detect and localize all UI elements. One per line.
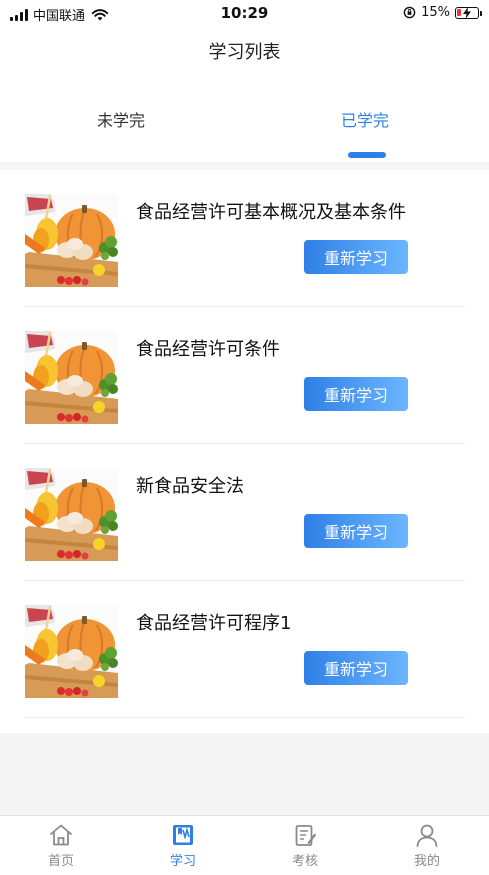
food-photo xyxy=(25,194,118,287)
nav-bar: 学习列表 xyxy=(0,28,489,72)
relearn-button[interactable]: 重新学习 xyxy=(304,377,408,411)
book-icon xyxy=(173,825,193,845)
tabbar-study[interactable]: 学习 xyxy=(143,822,223,869)
course-item[interactable]: 新食品安全法 重新学习 xyxy=(25,444,465,581)
clipboard-edit-icon xyxy=(295,825,317,846)
home-icon xyxy=(50,824,72,846)
course-thumbnail xyxy=(25,194,118,287)
relearn-button[interactable]: 重新学习 xyxy=(304,514,408,548)
course-title: 食品经营许可基本概况及基本条件 xyxy=(136,202,406,223)
course-title: 食品经营许可程序1 xyxy=(136,613,292,634)
course-thumbnail xyxy=(25,605,118,698)
tabbar-label: 考核 xyxy=(291,854,318,869)
course-title: 食品经营许可条件 xyxy=(136,339,280,360)
food-photo xyxy=(25,605,118,698)
page-title: 学习列表 xyxy=(208,42,281,63)
course-list: 食品经营许可基本概况及基本条件 重新学习 食品经营许可条件 重新学习 新食品安全… xyxy=(0,170,489,733)
tabbar-label: 我的 xyxy=(413,854,440,869)
status-right: 15% xyxy=(403,5,482,20)
person-icon xyxy=(416,824,438,847)
tab-finished[interactable]: 已学完 xyxy=(341,107,389,131)
tab-bar: 未学完 已学完 xyxy=(0,72,489,162)
tabbar-label: 学习 xyxy=(169,854,196,869)
food-photo xyxy=(25,331,118,424)
course-item[interactable]: 食品经营许可条件 重新学习 xyxy=(25,307,465,444)
bottom-tab-bar: 首页 学习 考核 我的 xyxy=(0,815,489,875)
course-title: 新食品安全法 xyxy=(136,476,244,497)
relearn-button[interactable]: 重新学习 xyxy=(304,240,408,274)
course-thumbnail xyxy=(25,331,118,424)
course-item[interactable]: 食品经营许可程序1 重新学习 xyxy=(25,581,465,718)
food-photo xyxy=(25,468,118,561)
tabbar-assessment[interactable]: 考核 xyxy=(265,822,345,869)
tab-active-indicator xyxy=(348,152,386,158)
status-bar: 中国联通 10:29 15% xyxy=(0,0,489,28)
course-item[interactable]: 食品经营许可基本概况及基本条件 重新学习 xyxy=(25,170,465,307)
orientation-lock-icon xyxy=(403,6,416,19)
tabbar-mine[interactable]: 我的 xyxy=(387,822,467,869)
relearn-button[interactable]: 重新学习 xyxy=(304,651,408,685)
battery-icon xyxy=(455,6,482,19)
battery-percent: 15% xyxy=(421,5,450,20)
tab-unfinished[interactable]: 未学完 xyxy=(97,107,145,131)
course-thumbnail xyxy=(25,468,118,561)
tabbar-home[interactable]: 首页 xyxy=(21,822,101,869)
tabbar-label: 首页 xyxy=(47,854,74,869)
